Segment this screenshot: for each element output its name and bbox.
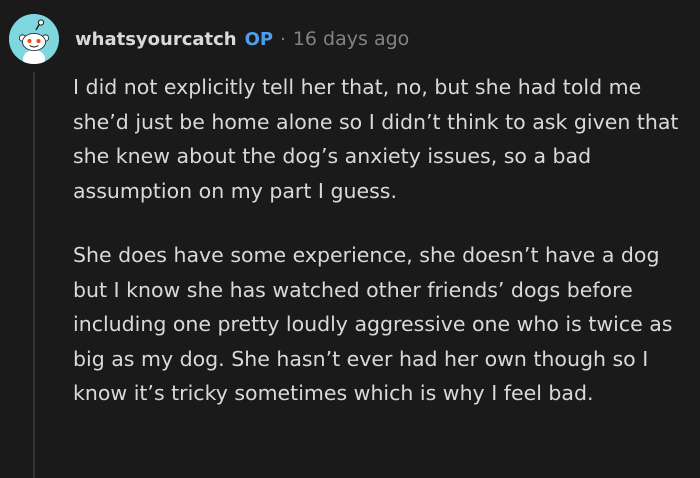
comment-paragraph: She does have some experience, she doesn…: [73, 243, 673, 405]
comment-timestamp[interactable]: 16 days ago: [293, 28, 409, 50]
comment-body: I did not explicitly tell her that, no, …: [73, 70, 693, 411]
meta-separator: ·: [280, 28, 286, 50]
thread-collapse-line[interactable]: [33, 72, 35, 478]
user-avatar[interactable]: [9, 14, 59, 64]
comment: whatsyourcatch OP · 16 days ago I did no…: [0, 0, 700, 478]
comment-header: whatsyourcatch OP · 16 days ago: [75, 26, 409, 52]
snoo-avatar-icon: [9, 14, 59, 64]
comment-paragraph: I did not explicitly tell her that, no, …: [73, 75, 679, 203]
comment-author[interactable]: whatsyourcatch: [75, 29, 237, 50]
op-badge: OP: [244, 28, 274, 50]
